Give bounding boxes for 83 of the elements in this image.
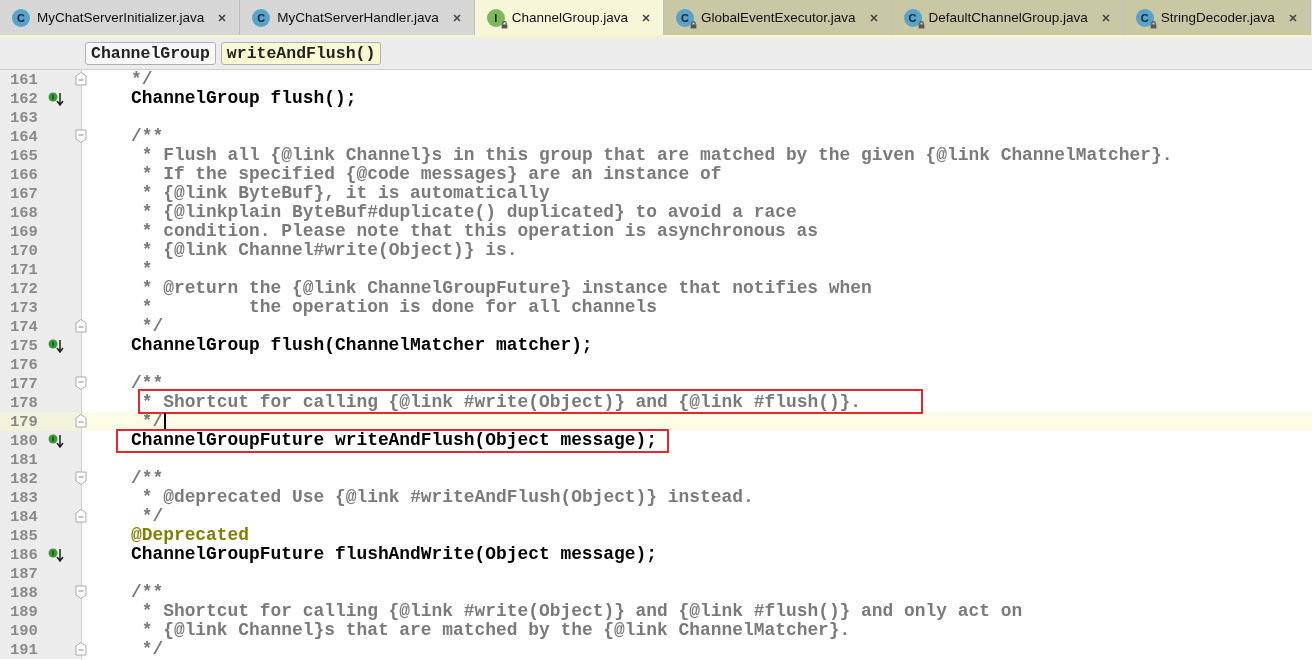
code-line: * If the specified {@code messages} are an instance of — [140, 165, 722, 184]
line-number: 174 — [10, 317, 39, 336]
line-number: 162 — [10, 89, 39, 108]
line-number: 167 — [10, 184, 39, 203]
code-line: /** — [129, 127, 164, 146]
file-tab[interactable]: C GlobalEventExecutor.java — [664, 0, 892, 35]
text-caret — [164, 412, 166, 431]
line-number: 169 — [10, 222, 39, 241]
file-tab[interactable]: C MyChatServerInitializer.java — [0, 0, 241, 35]
line-number: 173 — [10, 298, 39, 317]
file-type-icon: C — [12, 8, 30, 27]
file-type-icon: I — [486, 8, 505, 27]
line-number: 170 — [10, 241, 39, 260]
line-number: 188 — [10, 583, 39, 602]
line-number: 171 — [10, 260, 39, 279]
breadcrumb[interactable]: ChannelGroup — [85, 42, 216, 65]
line-number: 163 — [10, 108, 39, 127]
dot-arrow-icon[interactable] — [48, 90, 66, 107]
file-type-icon: C — [1135, 8, 1154, 27]
line-number: 182 — [10, 469, 39, 488]
line-number: 168 — [10, 203, 39, 222]
code-line: */ — [140, 507, 164, 526]
line-number: 172 — [10, 279, 39, 298]
dot-arrow-icon[interactable] — [48, 337, 66, 354]
file-type-icon: C — [676, 8, 694, 27]
line-number: 187 — [10, 564, 39, 583]
code-line: *@return the {@link ChannelGroupFuture} instance that notifies when — [140, 279, 872, 298]
file-tab[interactable]: C StringDecoder.java — [1123, 0, 1311, 35]
code-line: * {@link ByteBuf}, it is automatically — [140, 184, 550, 203]
dot-arrow-icon[interactable] — [48, 546, 66, 563]
file-type-icon: C — [903, 8, 922, 27]
code-line: * {@link Channel}s that are matched by the {@link ChannelMatcher}. — [140, 621, 851, 640]
breadcrumb[interactable]: writeAndFlush() — [220, 42, 382, 65]
code-line: * Flush all {@link Channel}s in this group that are matched by the given {@link ChannelMatcher}. — [140, 146, 1173, 165]
line-number: 184 — [10, 507, 39, 526]
line-number: 186 — [10, 545, 39, 564]
line-number: 165 — [10, 146, 39, 165]
line-number: 189 — [10, 602, 39, 621]
code-line: * Shortcut for calling {@link #write(Object)} and {@link #flush()} and only act on — [140, 602, 1023, 621]
file-tab[interactable]: I ChannelGroup.java — [474, 0, 664, 35]
code-line: /** — [129, 469, 164, 488]
code-line: *@deprecated Use {@link #writeAndFlush(Object)} instead. — [140, 488, 754, 507]
dot-arrow-icon[interactable] — [48, 432, 66, 449]
close-icon[interactable] — [451, 12, 462, 23]
file-tab[interactable]: C MyChatServerHandler.java — [240, 0, 475, 35]
code-line: * {@link Channel#write(Object)} is. — [140, 241, 518, 260]
code-line: @Deprecated — [129, 526, 250, 545]
code-line: ChannelGroup flush(); — [129, 89, 357, 108]
line-number: 164 — [10, 127, 39, 146]
close-icon[interactable] — [217, 12, 228, 23]
code-line: * — [140, 260, 153, 279]
code-line: ChannelGroup flush(ChannelMatcher matcher); — [129, 336, 593, 355]
line-number: 180 — [10, 431, 39, 450]
code-line: * {@linkplain ByteBuf#duplicate() duplicated} to avoid a race — [140, 203, 797, 222]
code-line: ChannelGroupFuture flushAndWrite(Object message); — [129, 545, 657, 564]
line-number: 183 — [10, 488, 39, 507]
code-line: ChannelGroupFuture writeAndFlush(Object message); — [129, 431, 657, 450]
close-icon[interactable] — [1287, 12, 1298, 23]
file-type-icon: C — [252, 8, 271, 27]
line-number: 161 — [10, 70, 39, 89]
line-number: 185 — [10, 526, 39, 545]
file-tab[interactable]: C DefaultChannelGroup.java — [891, 0, 1124, 35]
line-number: 178 — [10, 393, 39, 412]
code-line: * condition. Please note that this operation is asynchronous as — [140, 222, 819, 241]
line-number: 177 — [10, 374, 39, 393]
code-line: * the operation is done for all channels — [140, 298, 657, 317]
close-icon[interactable] — [641, 12, 651, 23]
line-number: 179 — [10, 412, 39, 431]
line-number: 176 — [10, 355, 39, 374]
line-number: 191 — [10, 640, 39, 659]
close-icon[interactable] — [868, 12, 879, 23]
code-line: */ — [129, 70, 153, 89]
close-icon[interactable] — [1100, 12, 1111, 23]
line-number: 181 — [10, 450, 39, 469]
line-number: 166 — [10, 165, 39, 184]
code-line: */ — [140, 640, 164, 659]
line-number: 190 — [10, 621, 39, 640]
code-line: */ — [140, 412, 164, 431]
line-number: 175 — [10, 336, 39, 355]
code-line: */ — [140, 317, 164, 336]
code-line: /** — [129, 583, 164, 602]
code-line: /** — [129, 374, 164, 393]
code-line: * Shortcut for calling {@link #write(Object)} and {@link #flush()}. — [140, 393, 862, 412]
